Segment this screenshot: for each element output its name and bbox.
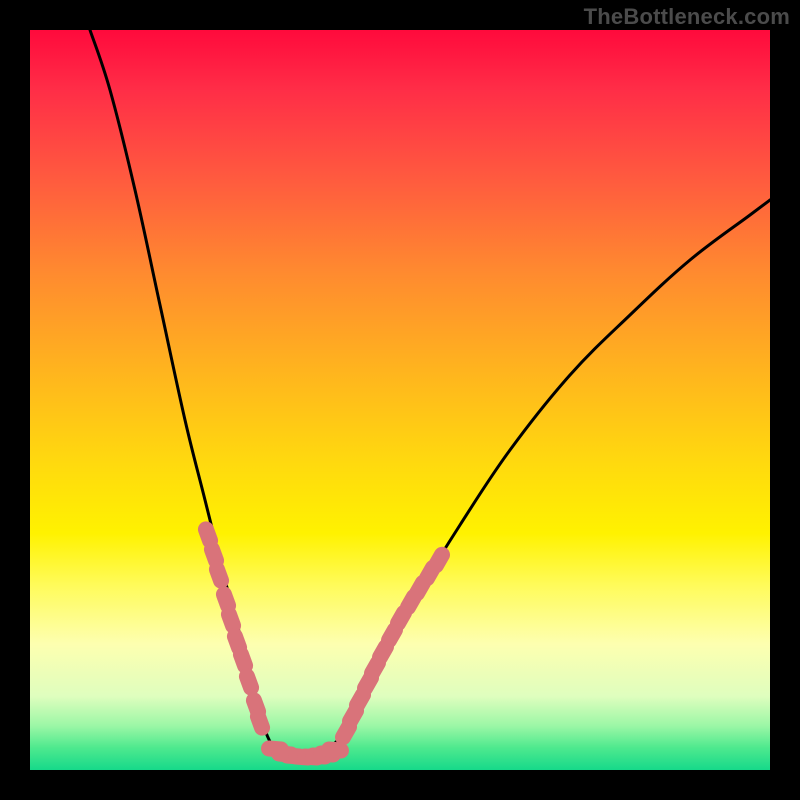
- data-points: [196, 519, 453, 766]
- curve-layer: [30, 30, 770, 770]
- bottleneck-curve: [90, 30, 770, 758]
- chart-frame: TheBottleneck.com: [0, 0, 800, 800]
- plot-area: [30, 30, 770, 770]
- watermark-label: TheBottleneck.com: [584, 4, 790, 30]
